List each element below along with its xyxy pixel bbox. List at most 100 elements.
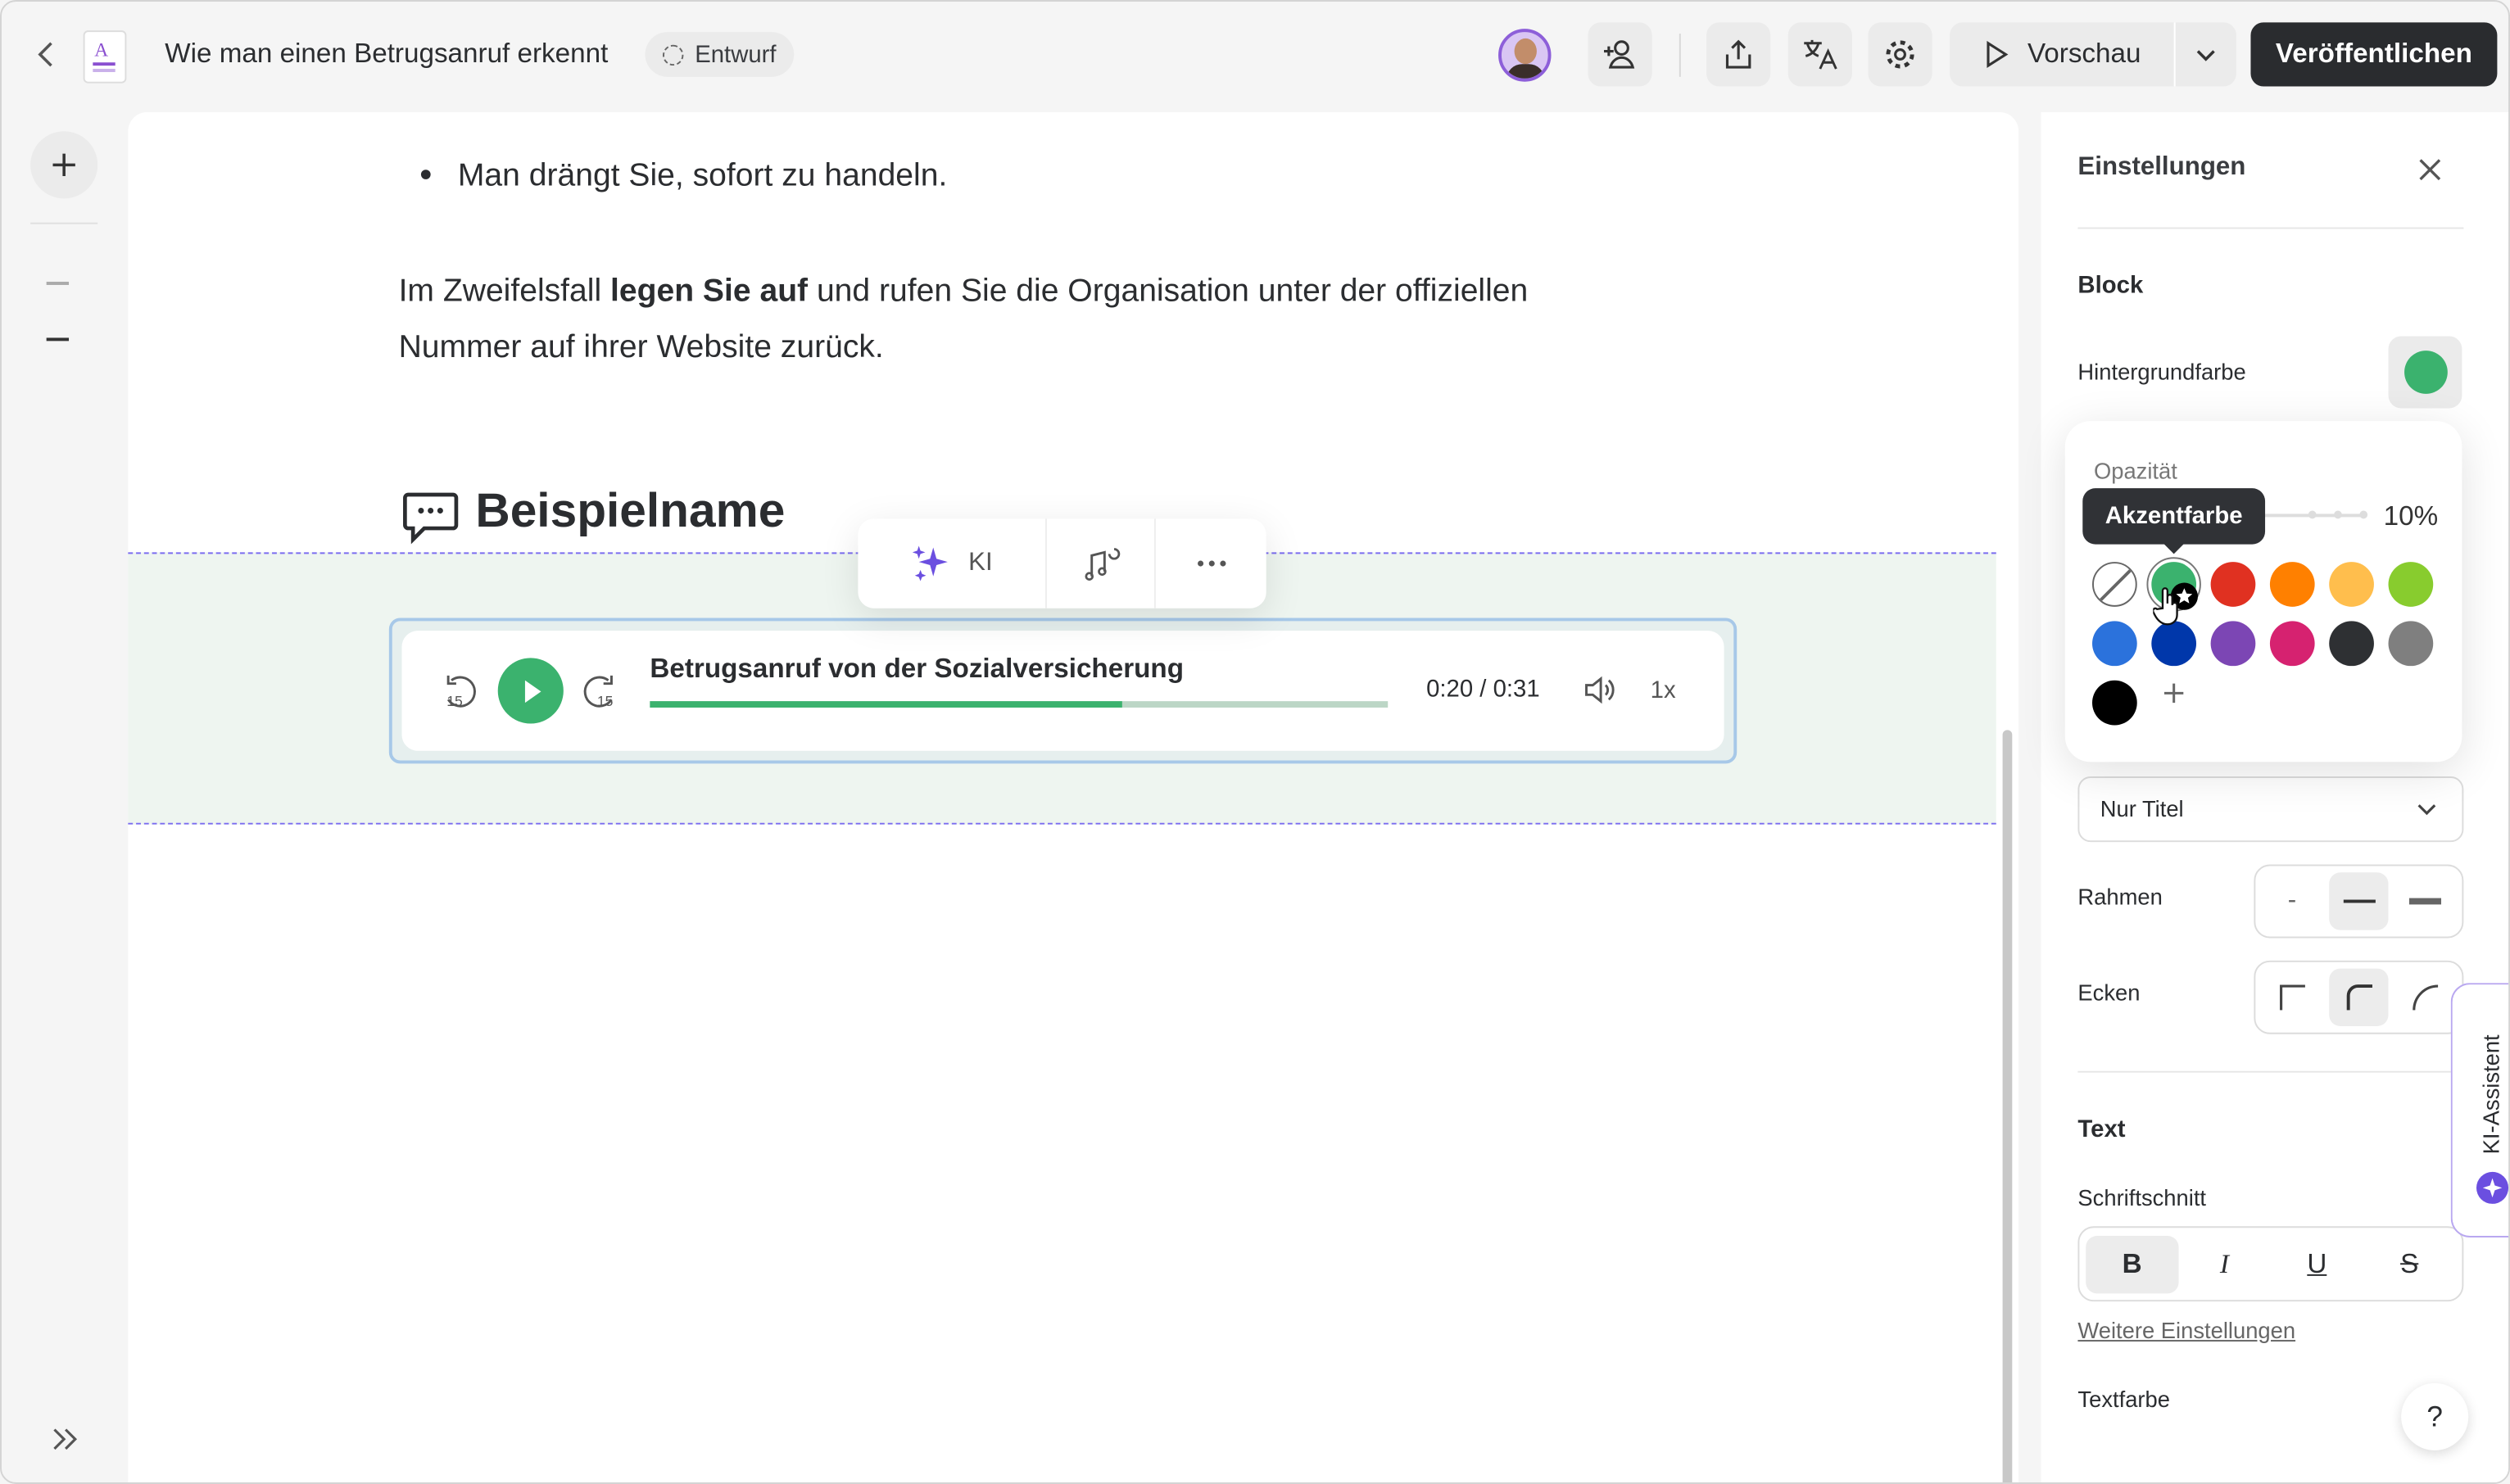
corner-round-icon xyxy=(2413,984,2439,1011)
document-icon: A xyxy=(83,30,127,84)
background-color-swatch xyxy=(2404,351,2447,394)
title-mode-select[interactable]: Nur Titel xyxy=(2077,776,2464,843)
forward-15-button[interactable]: 15 xyxy=(582,672,618,711)
back-chevron-icon[interactable] xyxy=(30,37,62,72)
volume-button[interactable] xyxy=(1582,674,1617,706)
background-color-button[interactable] xyxy=(2388,336,2462,409)
color-swatch[interactable] xyxy=(2329,621,2374,667)
divider xyxy=(2077,227,2464,229)
italic-button[interactable]: I xyxy=(2178,1235,2271,1292)
add-block-button[interactable] xyxy=(30,131,98,199)
border-none-option[interactable]: - xyxy=(2262,872,2322,930)
status-badge-label: Entwurf xyxy=(695,40,777,69)
document-title[interactable]: Wie man einen Betrugsanruf erkennt xyxy=(165,38,608,70)
gear-icon xyxy=(1886,40,1914,69)
block-section-heading: Block xyxy=(2077,272,2144,300)
volume-icon xyxy=(1585,676,1615,704)
no-color-swatch[interactable] xyxy=(2092,562,2137,607)
color-swatch[interactable] xyxy=(2269,562,2315,607)
corner-square-option[interactable] xyxy=(2262,969,2322,1026)
audio-time: 0:20 / 0:31 xyxy=(1426,675,1540,704)
corners-label: Ecken xyxy=(2077,980,2141,1006)
more-options-button[interactable] xyxy=(1156,518,1266,608)
border-thin-option[interactable] xyxy=(2328,872,2390,930)
block-toolbar: KI xyxy=(858,518,1266,609)
opacity-value: 10% xyxy=(2383,500,2439,532)
play-button[interactable] xyxy=(497,658,564,724)
settings-button[interactable] xyxy=(1868,22,1932,87)
title-mode-value: Nur Titel xyxy=(2100,795,2184,821)
block-heading[interactable]: Beispielname xyxy=(475,485,785,539)
avatar[interactable] xyxy=(1498,29,1552,82)
outline-item-active[interactable] xyxy=(46,337,70,342)
background-color-label: Hintergrundfarbe xyxy=(2077,358,2246,385)
underline-button[interactable]: U xyxy=(2271,1235,2363,1292)
preview-dropdown-button[interactable] xyxy=(2176,22,2236,86)
color-swatch[interactable] xyxy=(2210,562,2256,607)
help-button[interactable]: ? xyxy=(2401,1382,2469,1450)
publish-button[interactable]: Veröffentlichen xyxy=(2250,22,2498,87)
share-button[interactable] xyxy=(1706,22,1771,87)
replace-audio-button[interactable] xyxy=(1047,518,1156,609)
audio-player: 15 15 Betrugsanruf von der Sozialversich… xyxy=(401,631,1724,751)
corner-rounded-option[interactable] xyxy=(2328,968,2390,1026)
color-swatch[interactable] xyxy=(2092,680,2137,726)
ai-assistant-icon xyxy=(2476,1171,2509,1204)
close-icon[interactable] xyxy=(2416,156,2444,184)
bullet-dot xyxy=(420,170,431,179)
corners-segmented-control xyxy=(2254,960,2464,1034)
rewind-15-button[interactable]: 15 xyxy=(442,672,477,711)
more-settings-link[interactable]: Weitere Einstellungen xyxy=(2077,1318,2295,1343)
color-swatch[interactable] xyxy=(2388,621,2434,667)
outline-item[interactable] xyxy=(46,282,70,284)
preview-button[interactable]: Vorschau xyxy=(1950,22,2174,86)
corner-rounded-icon xyxy=(2345,984,2372,1011)
color-swatch[interactable] xyxy=(2151,621,2197,667)
settings-panel: Einstellungen Block Hintergrundfarbe Nur… xyxy=(2041,111,2509,1483)
status-badge[interactable]: Entwurf xyxy=(645,32,795,77)
color-swatch[interactable] xyxy=(2092,621,2137,667)
add-user-icon xyxy=(1604,40,1635,69)
paragraph[interactable]: Im Zweifelsfall legen Sie auf und rufen … xyxy=(399,265,1711,377)
color-swatch[interactable] xyxy=(2210,621,2256,667)
color-swatch[interactable] xyxy=(2388,562,2434,607)
corner-square-icon xyxy=(2279,984,2305,1011)
preview-split-button: Vorschau xyxy=(1950,22,2236,87)
translate-button[interactable] xyxy=(1787,22,1852,87)
font-style-segmented-control: B I U S xyxy=(2077,1226,2464,1302)
chat-bubble-icon xyxy=(401,490,459,545)
expand-sidebar-icon[interactable] xyxy=(50,1425,82,1454)
translate-icon xyxy=(1804,39,1837,70)
paragraph-text: und rufen Sie die Organisation unter der… xyxy=(808,274,1529,310)
ai-assistant-tab[interactable]: KI-Assistent xyxy=(2450,983,2509,1237)
preview-label: Vorschau xyxy=(2027,38,2141,70)
add-color-button[interactable] xyxy=(2163,683,2184,704)
bullet-item[interactable]: Man drängt Sie, sofort zu handeln. xyxy=(458,149,947,205)
opacity-label: Opazität xyxy=(2093,458,2177,484)
ai-label: KI xyxy=(968,549,993,577)
audio-player-frame: 15 15 Betrugsanruf von der Sozialversich… xyxy=(388,618,1738,764)
audio-progress-bar[interactable] xyxy=(650,701,1389,708)
playback-speed-button[interactable]: 1x xyxy=(1651,677,1676,704)
chevron-down-icon xyxy=(2417,804,2436,816)
invite-user-button[interactable] xyxy=(1588,22,1652,87)
divider xyxy=(2077,1070,2464,1073)
ai-button[interactable]: KI xyxy=(858,518,1047,609)
font-style-label: Schriftschnitt xyxy=(2077,1184,2207,1210)
text-section-heading: Text xyxy=(2077,1115,2126,1143)
rewind-icon: 15 xyxy=(446,675,476,709)
svg-text:15: 15 xyxy=(446,693,463,709)
strikethrough-button[interactable]: S xyxy=(2363,1235,2456,1292)
border-segmented-control: - xyxy=(2254,864,2464,939)
border-label: Rahmen xyxy=(2077,883,2163,910)
color-swatch[interactable] xyxy=(2329,562,2374,607)
editor-canvas: Man drängt Sie, sofort zu handeln. Im Zw… xyxy=(128,111,2019,1483)
color-swatch[interactable] xyxy=(2269,621,2315,667)
scrollbar[interactable] xyxy=(2002,730,2013,1483)
border-thick-option[interactable] xyxy=(2395,872,2456,930)
bold-button[interactable]: B xyxy=(2086,1235,2179,1293)
plus-icon xyxy=(2163,683,2184,704)
forward-icon: 15 xyxy=(583,675,614,709)
paragraph-text: Im Zweifelsfall xyxy=(398,274,611,310)
corner-round-option[interactable] xyxy=(2395,969,2456,1026)
